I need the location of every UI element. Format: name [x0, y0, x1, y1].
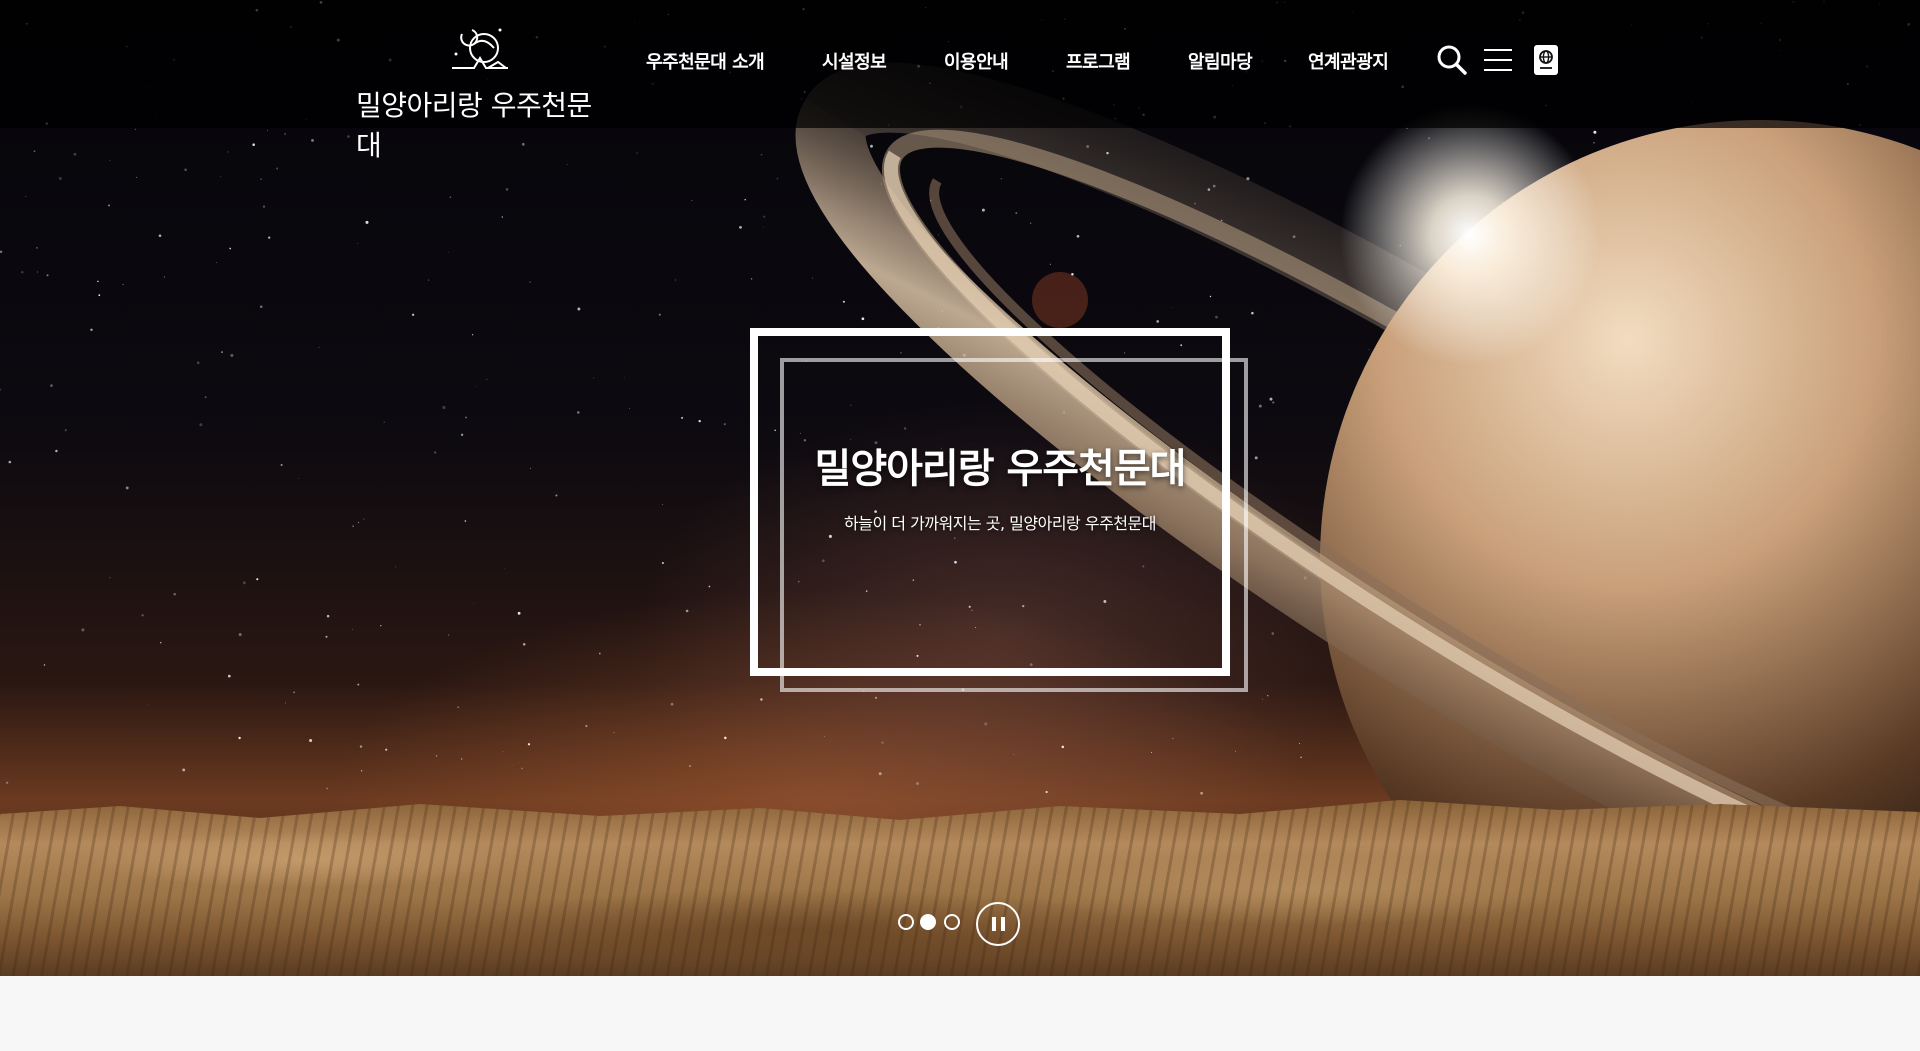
hero-title: 밀양아리랑 우주천문대	[814, 446, 1187, 492]
passport-icon	[1534, 45, 1558, 75]
site-logo-text: 밀양아리랑 우주천문대	[356, 89, 592, 162]
nav-item-about[interactable]: 우주천문대 소개	[646, 48, 765, 74]
content-area	[0, 976, 1920, 1051]
nav-item-facilities[interactable]: 시설정보	[822, 48, 887, 74]
site-logo[interactable]: 밀양아리랑 우주천문대	[356, 22, 616, 162]
search-button[interactable]	[1436, 44, 1468, 76]
nav-item-programs[interactable]: 프로그램	[1066, 48, 1131, 74]
nav-item-guide[interactable]: 이용안내	[944, 48, 1009, 74]
page: 밀양아리랑 우주천문대 우주천문대 소개 시설정보 이용안내 프로그램 알림마당…	[0, 0, 1920, 1051]
search-icon	[1437, 45, 1467, 75]
slider-dot-2[interactable]	[920, 914, 936, 930]
slider-pause-button[interactable]	[976, 902, 1020, 946]
hero-subtitle: 하늘이 더 가까워지는 곳, 밀양아리랑 우주천문대	[844, 514, 1156, 533]
hero-frame-front	[750, 328, 1230, 676]
nav-item-notices[interactable]: 알림마당	[1188, 48, 1253, 74]
menu-icon	[1484, 49, 1512, 71]
planet-surface	[0, 800, 1920, 976]
slider-dot-1[interactable]	[898, 914, 914, 930]
slider-dot-3[interactable]	[944, 914, 960, 930]
observatory-logo-icon	[452, 28, 508, 69]
nav-item-tourism[interactable]: 연계관광지	[1308, 48, 1389, 74]
menu-button[interactable]	[1482, 44, 1514, 76]
passport-button[interactable]	[1530, 44, 1562, 76]
site-header: 밀양아리랑 우주천문대 우주천문대 소개 시설정보 이용안내 프로그램 알림마당…	[0, 0, 1920, 162]
